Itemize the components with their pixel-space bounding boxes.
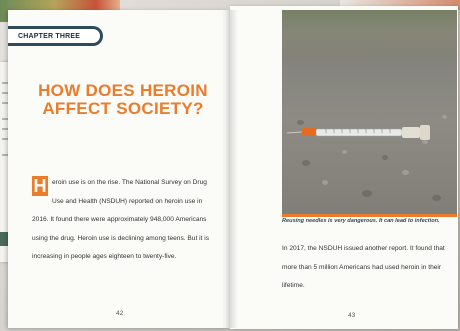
left-page: CHAPTER THREE HOW DOES HEROIN AFFECT SOC…: [8, 10, 230, 328]
syringe-photo: [282, 10, 457, 214]
chapter-label: CHAPTER THREE: [18, 32, 81, 40]
right-page: Reusing needles is very dangerous. It ca…: [230, 6, 458, 329]
chapter-title: HOW DOES HEROIN AFFECT SOCIETY?: [38, 81, 208, 118]
caption-rule: [282, 214, 457, 217]
page-number-left: 42: [116, 310, 124, 317]
page-number-right: 43: [348, 312, 356, 319]
photo-caption: Reusing needles is very dangerous. It ca…: [282, 218, 440, 224]
right-body-text: In 2017, the NSDUH issued another report…: [282, 245, 445, 289]
left-body-paragraph: eroin use is on the rise. The National S…: [32, 179, 210, 260]
drop-cap: H: [32, 176, 48, 196]
syringe-icon: [286, 125, 430, 140]
chapter-tab: CHAPTER THREE: [8, 26, 103, 46]
left-body-text: H eroin use is on the rise. The National…: [32, 174, 216, 267]
